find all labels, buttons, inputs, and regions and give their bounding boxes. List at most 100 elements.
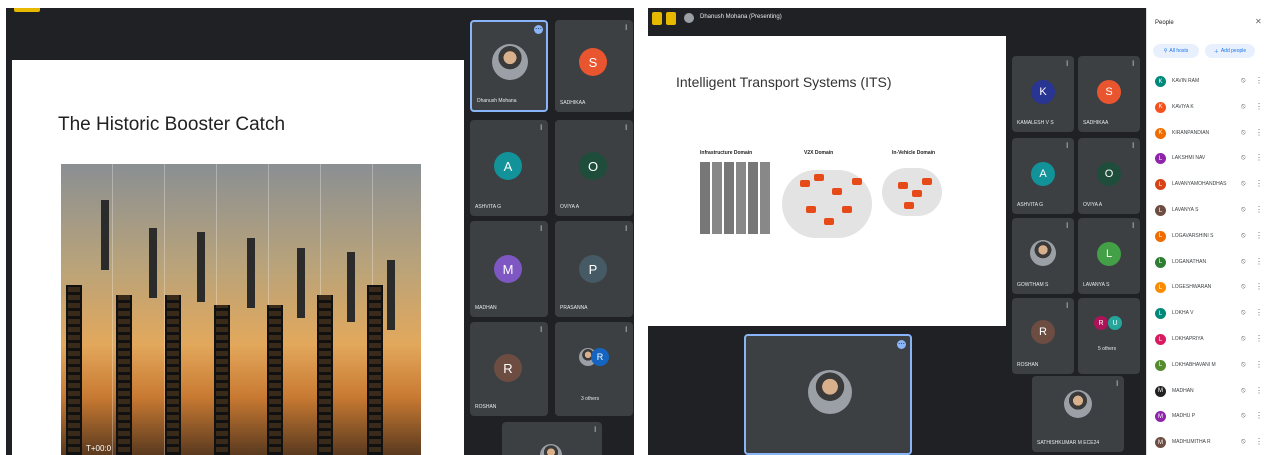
tile-ashvita[interactable]: ꟾ A ASHVITA G <box>1012 138 1074 214</box>
more-vert-icon[interactable]: ⋮ <box>1255 128 1263 137</box>
more-vert-icon[interactable]: ⋮ <box>1255 308 1263 317</box>
tile-ashvita[interactable]: ꟾ A ASHVITA G <box>470 120 548 216</box>
mic-off-icon: ⦸ <box>1241 360 1246 368</box>
tile-oviya[interactable]: ꟾ O OVIYA A <box>555 120 633 216</box>
tile-gowtham[interactable]: ꟾ GOWTHAM S <box>1012 218 1074 294</box>
tile-name: MADHAN <box>475 305 497 311</box>
tile-oviya[interactable]: ꟾ O OVIYA A <box>1078 138 1140 214</box>
tile-madhan[interactable]: ꟾ M MADHAN <box>470 221 548 317</box>
mic-off-icon: ⦸ <box>1241 154 1246 162</box>
mic-off-icon: ꟾ <box>1066 224 1068 230</box>
tile-lavanya[interactable]: ꟾ L LAVANYA S <box>1078 218 1140 294</box>
participant-name: LOGANATHAN <box>1172 258 1207 265</box>
participant-photo <box>540 444 562 455</box>
tile-name: GOWTHAM S <box>1017 282 1049 288</box>
participant-item[interactable]: L LAVANYA S ⦸ ⋮ <box>1155 203 1265 219</box>
slide-title: The Historic Booster Catch <box>58 114 286 135</box>
avatar: R <box>1031 320 1055 344</box>
tile-sathish[interactable]: ꟾ SATHISHKUMAR M ECE24 <box>1032 376 1124 452</box>
more-vert-icon[interactable]: ⋮ <box>1255 411 1263 420</box>
more-vert-icon[interactable]: ⋮ <box>1255 334 1263 343</box>
participant-avatar: L <box>1155 334 1166 345</box>
mic-off-icon: ꟾ <box>1132 224 1134 230</box>
booster-catch-image: T+00:0 <box>61 164 421 455</box>
more-options-icon[interactable]: ⋯ <box>897 340 906 349</box>
participant-item[interactable]: L LOKHAPRIYA ⦸ ⋮ <box>1155 332 1265 348</box>
participant-name: LAVANYAMOHANDHAS <box>1172 181 1227 188</box>
participant-item[interactable]: K KIRANPANDIAN ⦸ ⋮ <box>1155 126 1265 142</box>
mic-off-icon: ⦸ <box>1241 386 1246 394</box>
participant-avatar: L <box>1155 179 1166 191</box>
tile-kamalesh[interactable]: ꟾ K KAMALESH V S <box>1012 56 1074 132</box>
participant-name: LAKSHMI NAV <box>1172 155 1206 162</box>
launch-timer: T+00:0 <box>86 444 112 453</box>
participant-item[interactable]: M MADHU P ⦸ ⋮ <box>1155 409 1265 425</box>
participant-item[interactable]: K KAVIYA K ⦸ ⋮ <box>1155 100 1265 116</box>
more-vert-icon[interactable]: ⋮ <box>1255 76 1263 85</box>
avatar: P <box>579 255 607 283</box>
mic-off-icon: ⦸ <box>1241 412 1246 420</box>
close-icon[interactable]: ✕ <box>1255 17 1262 26</box>
mic-off-icon: ⦸ <box>1241 77 1246 84</box>
more-vert-icon[interactable]: ⋮ <box>1255 102 1263 111</box>
tile-sadhikaa[interactable]: ꟾ S SADHIKAA <box>555 20 633 112</box>
mic-off-icon: ꟾ <box>625 26 627 32</box>
more-vert-icon[interactable]: ⋮ <box>1255 257 1263 266</box>
more-vert-icon[interactable]: ⋮ <box>1255 231 1263 240</box>
hand-icon[interactable] <box>652 12 662 25</box>
people-panel-title: People <box>1155 20 1174 26</box>
tile-prasanna[interactable]: ꟾ P PRASANNA <box>555 221 633 317</box>
avatar: A <box>494 152 522 180</box>
more-vert-icon[interactable]: ⋮ <box>1255 205 1263 214</box>
participant-item[interactable]: L LOKHA V ⦸ ⋮ <box>1155 306 1265 322</box>
more-vert-icon[interactable]: ⋮ <box>1255 153 1263 162</box>
tile-roshan[interactable]: ꟾ R ROSHAN <box>470 322 548 416</box>
participant-item[interactable]: L LOKHABHAVANI M ⦸ ⋮ <box>1155 358 1265 374</box>
participant-item[interactable]: L LOGAVARSHINI S ⦸ ⋮ <box>1155 229 1265 245</box>
presentation-slide: The Historic Booster Catch T+00:0 <box>12 60 464 455</box>
more-vert-icon[interactable]: ⋮ <box>1255 282 1263 291</box>
participant-item[interactable]: M MADHUMITHA R ⦸ ⋮ <box>1155 435 1265 451</box>
tile-others[interactable]: R U 5 others <box>1078 298 1140 374</box>
mic-off-icon: ꟾ <box>1132 144 1134 150</box>
tile-partial[interactable]: ꟾ <box>502 422 602 455</box>
all-hosts-button[interactable]: ⚲ All hosts <box>1153 44 1199 58</box>
mic-off-icon: ꟾ <box>1066 62 1068 68</box>
more-vert-icon[interactable]: ⋮ <box>1255 179 1263 188</box>
mic-off-icon: ⦸ <box>1241 309 1246 317</box>
meet-logo-icon <box>14 8 40 12</box>
avatar: K <box>1031 80 1055 104</box>
participant-name: LOKHAPRIYA <box>1172 336 1204 342</box>
participant-item[interactable]: K KAVIN RAM ⦸ ⋮ <box>1155 74 1265 90</box>
tile-others[interactable]: ꟾ R 3 others <box>555 322 633 416</box>
participant-name: LOKHA V <box>1172 310 1194 317</box>
people-panel: People ✕ ⚲ All hosts ＋ Add people K KAVIN… <box>1146 8 1267 455</box>
avatar: A <box>1031 162 1055 186</box>
self-video-tile[interactable]: ⋯ Dhanush Mohana <box>470 20 548 112</box>
more-vert-icon[interactable]: ⋮ <box>1255 360 1263 369</box>
domain-label-infrastructure: Infrastructure Domain <box>700 150 753 156</box>
participant-item[interactable]: M MADHAN ⦸ ⋮ <box>1155 384 1265 400</box>
domain-label-in-vehicle: In-Vehicle Domain <box>892 150 936 156</box>
more-vert-icon[interactable]: ⋮ <box>1255 386 1263 395</box>
mic-off-icon: ꟾ <box>540 227 542 233</box>
self-video-tile[interactable]: ⋯ <box>744 334 912 455</box>
tile-name: SADHIKAA <box>560 100 586 106</box>
more-vert-icon[interactable]: ⋮ <box>1255 437 1263 446</box>
participant-item[interactable]: L LAKSHMI NAV ⦸ ⋮ <box>1155 151 1265 167</box>
left-meeting-screen: The Historic Booster Catch T+00:0 ⋯ Dhan… <box>6 8 634 455</box>
tile-name: KAMALESH V S <box>1017 120 1054 126</box>
more-options-icon[interactable]: ⋯ <box>534 25 543 34</box>
participant-item[interactable]: L LAVANYAMOHANDHAS ⦸ ⋮ <box>1155 177 1265 193</box>
avatar: L <box>1097 242 1121 266</box>
participant-item[interactable]: L LOGESHWARAN ⦸ ⋮ <box>1155 280 1265 296</box>
tile-sadhikaa[interactable]: ꟾ S SADHIKAA <box>1078 56 1140 132</box>
tile-roshan[interactable]: ꟾ R ROSHAN <box>1012 298 1074 374</box>
add-person-icon: ＋ <box>1213 48 1219 55</box>
pin-icon[interactable] <box>666 12 676 25</box>
add-people-label: Add people <box>1220 48 1247 54</box>
tile-name: OVIYA A <box>1083 202 1103 208</box>
add-people-button[interactable]: ＋ Add people <box>1205 44 1255 58</box>
avatar: S <box>579 48 607 76</box>
participant-item[interactable]: L LOGANATHAN ⦸ ⋮ <box>1155 255 1265 271</box>
